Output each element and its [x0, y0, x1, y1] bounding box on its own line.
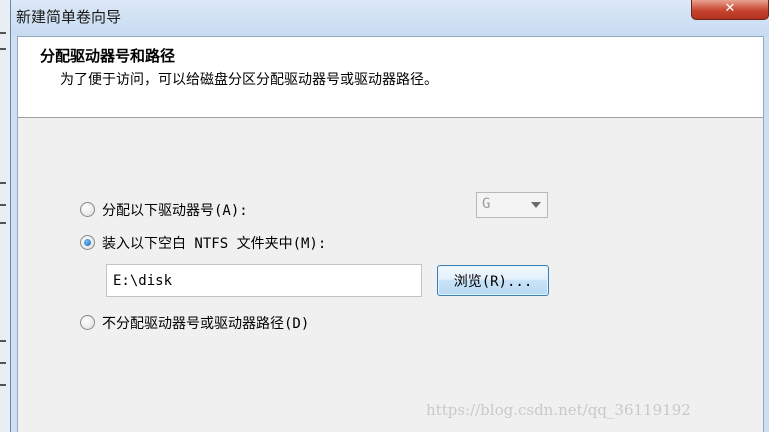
close-icon: ✕: [724, 1, 736, 16]
drive-letter-select[interactable]: G: [476, 192, 548, 218]
page-title: 分配驱动器号和路径: [40, 47, 176, 65]
page-subtitle: 为了便于访问，可以给磁盘分区分配驱动器号或驱动器路径。: [60, 72, 438, 88]
drive-letter-value: G: [482, 196, 491, 212]
wizard-header: 分配驱动器号和路径 为了便于访问，可以给磁盘分区分配驱动器号或驱动器路径。: [18, 37, 763, 118]
wizard-client-area: 分配驱动器号和路径 为了便于访问，可以给磁盘分区分配驱动器号或驱动器路径。 分配…: [17, 36, 764, 432]
radio-no-assign-label[interactable]: 不分配驱动器号或驱动器路径(D): [102, 313, 309, 333]
radio-mount-folder-label[interactable]: 装入以下空白 NTFS 文件夹中(M):: [102, 233, 326, 253]
title-bar[interactable]: 新建简单卷向导 ✕: [11, 0, 769, 36]
watermark: https://blog.csdn.net/qq_36119192: [426, 401, 691, 419]
chevron-down-icon: [531, 202, 541, 208]
radio-assign-letter-label[interactable]: 分配以下驱动器号(A):: [102, 200, 248, 220]
folder-path-input[interactable]: [106, 264, 422, 297]
wizard-window: 新建简单卷向导 ✕ 分配驱动器号和路径 为了便于访问，可以给磁盘分区分配驱动器号…: [10, 0, 769, 432]
close-button[interactable]: ✕: [691, 0, 769, 20]
radio-no-assign[interactable]: [80, 315, 95, 330]
window-title: 新建简单卷向导: [16, 8, 122, 26]
browse-button[interactable]: 浏览(R)...: [437, 265, 549, 296]
radio-assign-letter[interactable]: [80, 202, 95, 217]
screen: 新建简单卷向导 ✕ 分配驱动器号和路径 为了便于访问，可以给磁盘分区分配驱动器号…: [0, 0, 769, 432]
radio-mount-folder[interactable]: [80, 235, 95, 250]
